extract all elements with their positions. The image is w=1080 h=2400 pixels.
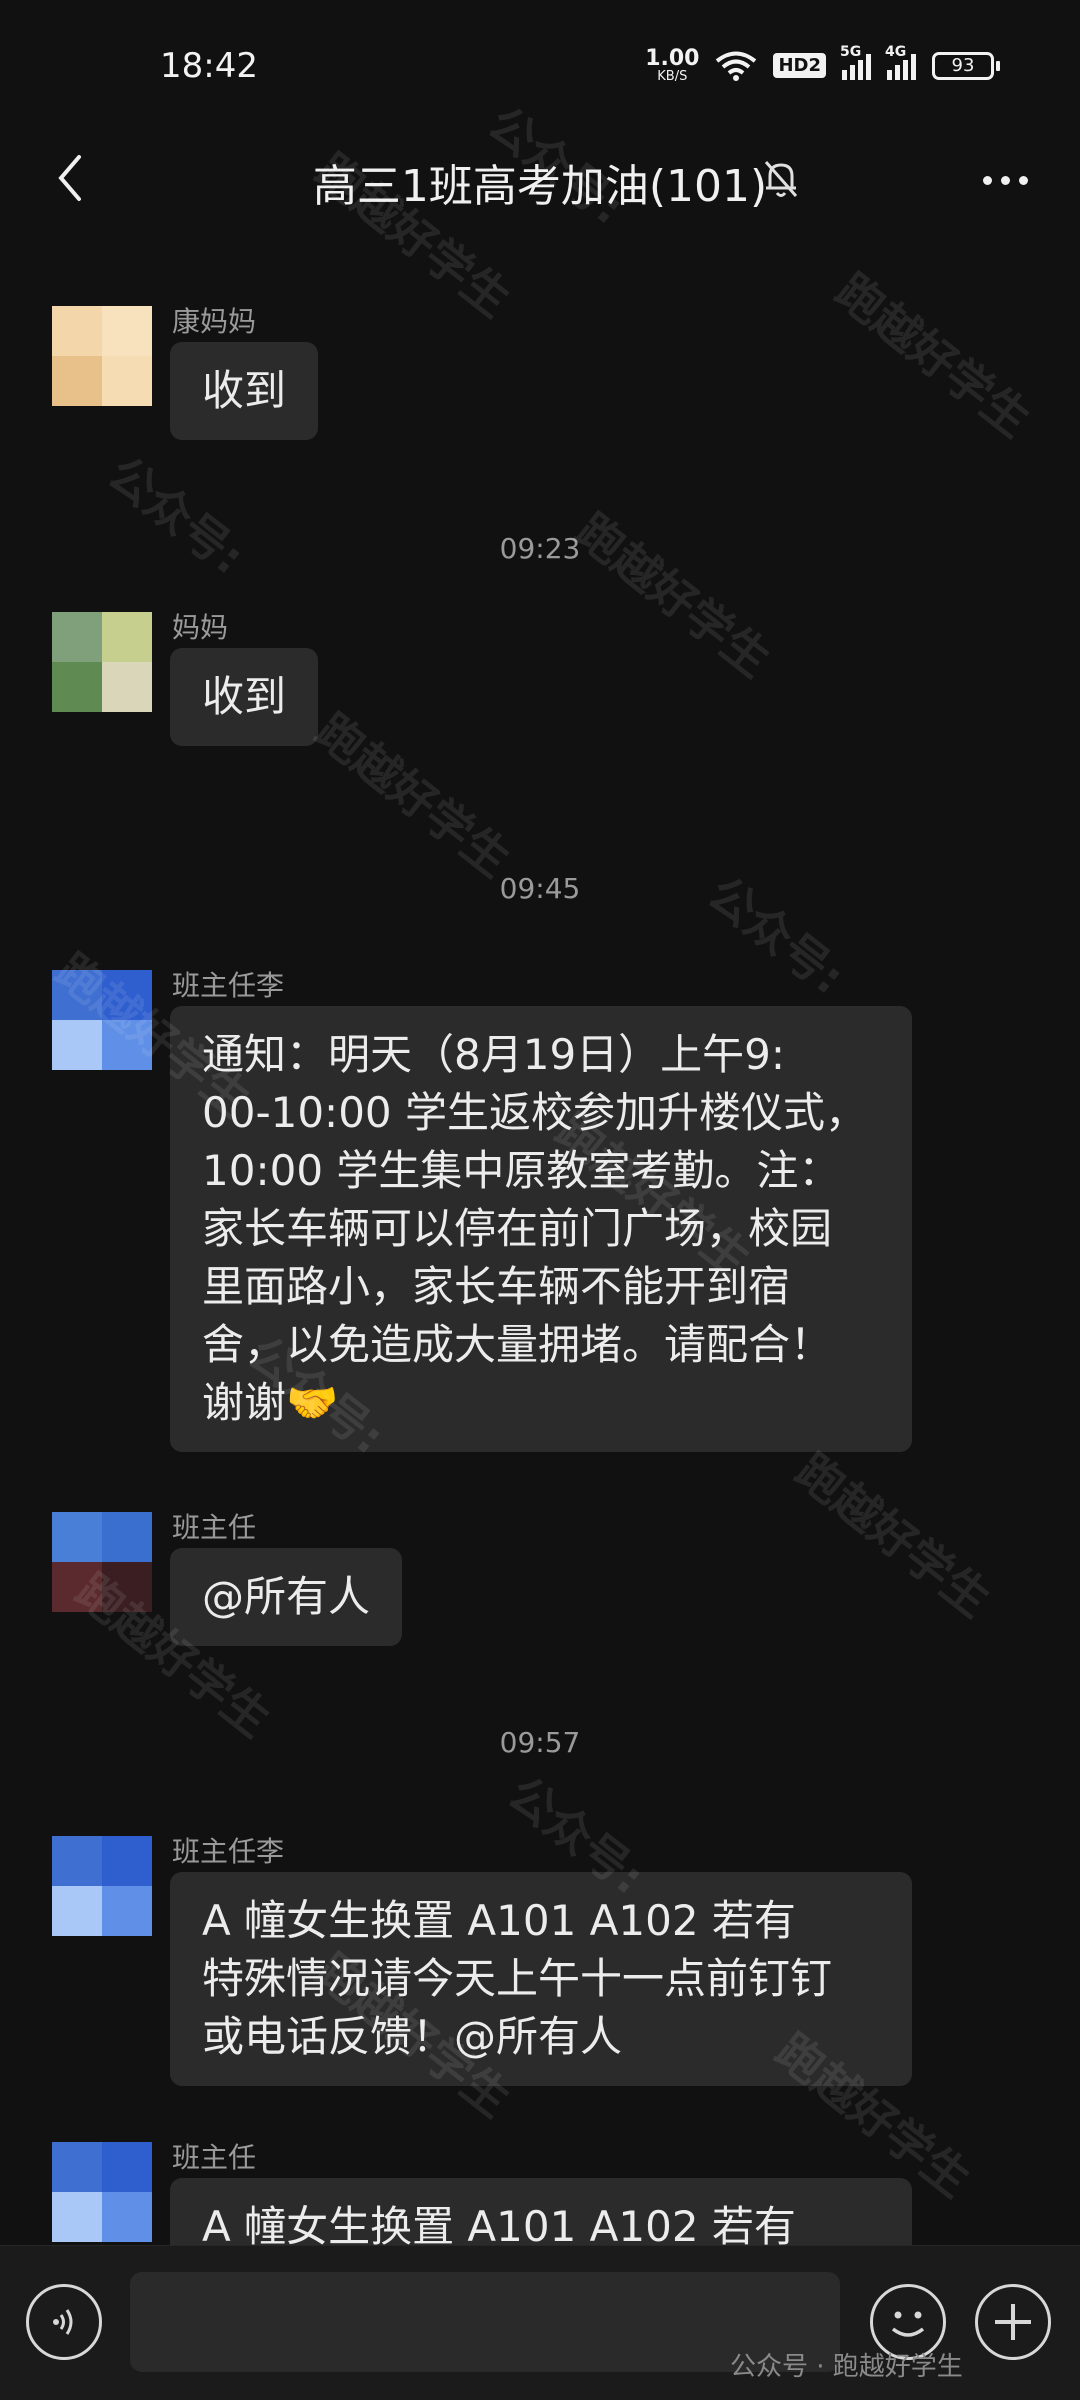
avatar[interactable] (52, 306, 152, 406)
status-bar: 18:42 1.00 KB/S HD2 5G 4G 93 (0, 0, 1080, 130)
mute-bell-icon (764, 161, 798, 197)
avatar[interactable] (52, 1836, 152, 1936)
message-bubble[interactable]: @所有人 (170, 1548, 403, 1646)
sender-name: 班主任李 (172, 969, 285, 1002)
message-line: 00-10:00 学生返校参加升楼仪式， (202, 1088, 867, 1137)
wifi-icon (716, 51, 757, 81)
battery-level: 93 (932, 51, 994, 80)
sender-name: 班主任 (172, 1511, 257, 1544)
sender-name: 班主任李 (172, 1835, 285, 1868)
avatar[interactable] (52, 970, 152, 1070)
timestamp: 09:45 (499, 872, 581, 905)
message-line: 谢谢🤝 (202, 1378, 339, 1427)
battery-icon: 93 (932, 51, 1000, 80)
message-line: 特殊情况请今天上午十一点前钉钉 (202, 1954, 833, 2003)
sender-name: 妈妈 (172, 611, 229, 644)
avatar[interactable] (52, 612, 152, 712)
signal-4g-icon: 4G (885, 44, 916, 80)
voice-input-button[interactable] (26, 2284, 102, 2360)
hd-voice-badge: HD2 (773, 53, 826, 78)
avatar[interactable] (52, 1512, 152, 1612)
message-line: 通知：明天（8月19日）上午9: (202, 1030, 786, 1079)
network-speed: 1.00 KB/S (645, 46, 700, 84)
message-line: A 幢女生换置 A101 A102 若有 (202, 1896, 796, 1945)
message-bubble[interactable]: A 幢女生换置 A101 A102 若有 特殊情况请今天上午十一点前钉钉 或电话… (170, 1872, 912, 2086)
chat-header: 高三1班高考加油(101) (0, 130, 1080, 230)
message-line: 舍，以免造成大量拥堵。请配合！ (202, 1320, 833, 1369)
message-list[interactable]: 康妈妈 收到 09:23 妈妈 收到 09:45 班主任李 通知：明天（8月19… (0, 230, 1080, 2245)
more-options-button[interactable] (970, 150, 1040, 210)
message-line: 或电话反馈！@所有人 (202, 2012, 623, 2061)
chat-title[interactable]: 高三1班高考加油(101) (0, 150, 1080, 214)
timestamp: 09:57 (499, 1726, 581, 1759)
avatar[interactable] (52, 2142, 152, 2242)
input-bar: 公众号 · 跑越好学生 (0, 2245, 1080, 2400)
message-bubble[interactable]: 收到 (170, 342, 319, 440)
signal-5g-icon: 5G (840, 44, 871, 80)
message-bubble[interactable]: 通知：明天（8月19日）上午9: 00-10:00 学生返校参加升楼仪式， 10… (170, 1006, 912, 1452)
message-bubble[interactable]: A 幢女生换置 A101 A102 若有 (170, 2178, 912, 2245)
footer-watermark: 公众号 · 跑越好学生 (730, 2352, 963, 2382)
status-icons: 1.00 KB/S HD2 5G 4G 93 (645, 44, 1000, 84)
voice-icon (53, 2309, 73, 2335)
sender-name: 班主任 (172, 2141, 257, 2174)
message-line: 10:00 学生集中原教室考勤。注： (202, 1146, 841, 1195)
message-line: 家长车辆可以停在前门广场，校园 (202, 1204, 833, 1253)
message-line: 里面路小，家长车辆不能开到宿 (202, 1262, 791, 1311)
add-button[interactable] (975, 2284, 1051, 2360)
timestamp: 09:23 (499, 532, 581, 565)
message-bubble[interactable]: 收到 (170, 648, 319, 746)
sender-name: 康妈妈 (172, 305, 257, 338)
status-time: 18:42 (160, 46, 258, 86)
